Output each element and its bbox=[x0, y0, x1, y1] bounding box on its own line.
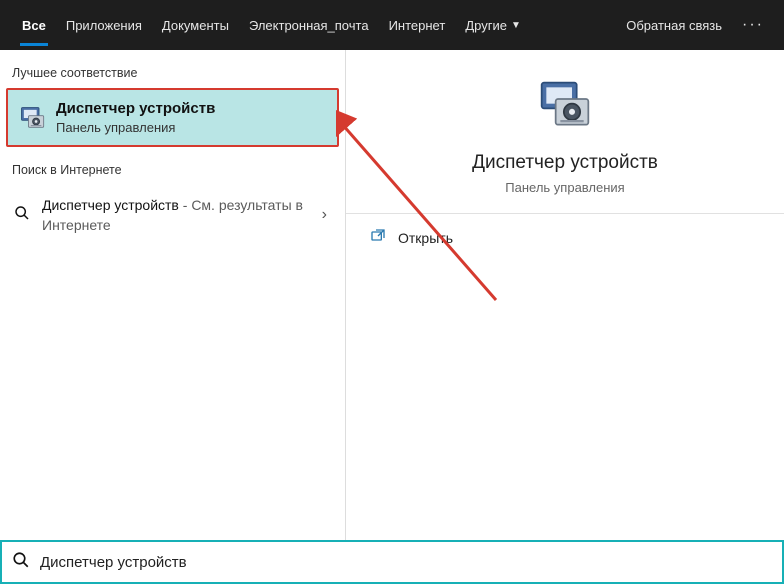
tab-internet[interactable]: Интернет bbox=[379, 0, 456, 50]
chevron-right-icon: › bbox=[322, 206, 333, 224]
search-input[interactable] bbox=[40, 542, 772, 582]
preview-subtitle: Панель управления bbox=[366, 180, 764, 195]
top-filter-bar: Все Приложения Документы Электронная_поч… bbox=[0, 0, 784, 50]
best-match-subtitle: Панель управления bbox=[56, 120, 215, 135]
preview-header: Диспетчер устройств Панель управления bbox=[346, 50, 784, 214]
tab-label: Интернет bbox=[389, 18, 446, 33]
best-match-header: Лучшее соответствие bbox=[0, 60, 345, 88]
tab-label: Документы bbox=[162, 18, 229, 33]
web-search-title: Диспетчер устройств bbox=[42, 197, 179, 213]
tab-all[interactable]: Все bbox=[12, 0, 56, 50]
tab-apps[interactable]: Приложения bbox=[56, 0, 152, 50]
feedback-link[interactable]: Обратная связь bbox=[614, 18, 734, 33]
tab-label: Все bbox=[22, 18, 46, 33]
device-manager-icon bbox=[366, 78, 764, 134]
tab-label: Приложения bbox=[66, 18, 142, 33]
tab-label: Другие bbox=[465, 18, 507, 33]
web-search-text: Диспетчер устройств - См. результаты в И… bbox=[42, 195, 312, 236]
search-bar[interactable] bbox=[0, 540, 784, 584]
best-match-text: Диспетчер устройств Панель управления bbox=[56, 100, 215, 135]
feedback-label: Обратная связь bbox=[626, 18, 722, 33]
ellipsis-icon: ··· bbox=[742, 16, 764, 33]
tab-documents[interactable]: Документы bbox=[152, 0, 239, 50]
tab-label: Электронная_почта bbox=[249, 18, 369, 33]
preview-pane: Диспетчер устройств Панель управления От… bbox=[346, 50, 784, 540]
web-search-header: Поиск в Интернете bbox=[0, 157, 345, 185]
web-search-item[interactable]: Диспетчер устройств - См. результаты в И… bbox=[0, 185, 345, 240]
best-match-item[interactable]: Диспетчер устройств Панель управления bbox=[6, 88, 339, 147]
search-icon bbox=[12, 205, 32, 226]
results-list: Лучшее соответствие Диспетчер устройств … bbox=[0, 50, 346, 540]
search-icon bbox=[12, 551, 30, 574]
open-label: Открыть bbox=[398, 230, 453, 246]
best-match-title: Диспетчер устройств bbox=[56, 100, 215, 117]
more-button[interactable]: ··· bbox=[734, 16, 772, 34]
preview-title: Диспетчер устройств bbox=[366, 152, 764, 174]
open-icon bbox=[370, 228, 386, 247]
tab-more[interactable]: Другие ▼ bbox=[455, 0, 531, 50]
chevron-down-icon: ▼ bbox=[511, 20, 521, 31]
tab-email[interactable]: Электронная_почта bbox=[239, 0, 379, 50]
results-body: Лучшее соответствие Диспетчер устройств … bbox=[0, 50, 784, 540]
open-action[interactable]: Открыть bbox=[346, 214, 784, 261]
device-manager-icon bbox=[18, 104, 46, 132]
